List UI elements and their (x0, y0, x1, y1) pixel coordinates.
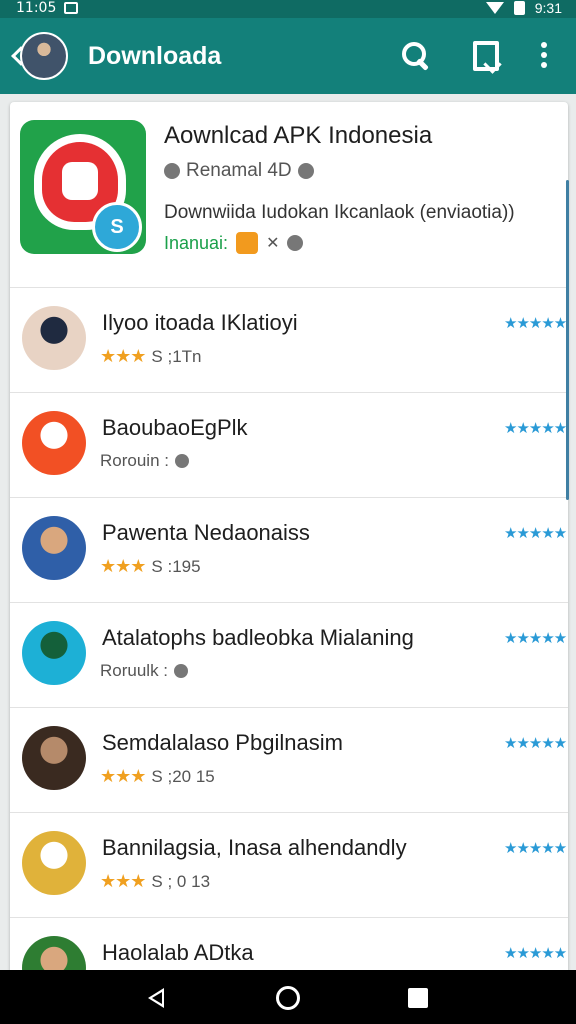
app-meta-text: S ; 0 13 (151, 871, 211, 891)
rating-stars: ★★★★★ (504, 735, 567, 752)
notification-icon (64, 2, 78, 14)
app-name: Bannilagsia, Inasa alhendandly (102, 835, 407, 860)
download-icon[interactable] (468, 38, 502, 72)
rating-stars: ★★★★★ (504, 315, 567, 332)
tag-close-icon[interactable]: ✕ (266, 233, 279, 253)
app-meta: ★★★ S :195 (100, 556, 201, 577)
search-icon[interactable] (398, 38, 432, 72)
app-avatar (22, 306, 86, 370)
app-name: Semdalalaso Pbgilnasim (102, 730, 343, 755)
app-meta: ★★★ S ;1Tn (100, 346, 202, 367)
app-meta-text: S :195 (151, 556, 201, 576)
app-avatar (22, 831, 86, 895)
star-rating-icon: ★★★ (100, 766, 146, 786)
featured-app[interactable]: S Aownlcad APK Indonesia Renamal 4D Down… (10, 102, 568, 288)
app-name: Pawenta Nedaonaiss (102, 520, 310, 545)
tag-label: Inanuai: (164, 232, 229, 253)
list-item[interactable]: Atalatophs badleobka Mialaning Roruulk : ★… (10, 603, 568, 708)
nav-recents-icon[interactable] (408, 988, 428, 1008)
scrollbar[interactable] (566, 180, 569, 500)
app-avatar (22, 621, 86, 685)
app-meta: ★★★ S ; 0 13 (100, 871, 210, 892)
overflow-menu-icon[interactable] (526, 38, 560, 72)
star-rating-icon: ★★★ (100, 346, 146, 366)
list-item[interactable]: Ilyoo itoada IKlatioyi ★★★ S ;1Tn ★★★★★ (10, 288, 568, 393)
developer-name: Renamal 4D (186, 160, 292, 181)
featured-app-developer: Renamal 4D (164, 160, 314, 182)
star-rating-icon: ★★★ (100, 871, 146, 891)
status-bar: 11:05 9:31 (0, 0, 576, 18)
status-right: 9:31 (485, 0, 562, 16)
app-avatar (22, 726, 86, 790)
tag-app-icon (236, 232, 259, 254)
rating-stars: ★★★★★ (504, 525, 567, 542)
tag-info-icon (287, 235, 304, 251)
signal-icon (485, 2, 504, 14)
app-meta-text: Rorouin : (100, 451, 169, 470)
app-name: Atalatophs badleobka Mialaning (102, 625, 414, 650)
status-clock: 9:31 (534, 0, 562, 16)
developer-icon (164, 163, 180, 179)
nav-back-icon[interactable] (146, 986, 170, 1010)
list-item[interactable]: Pawenta Nedaonaiss ★★★ S :195 ★★★★★ (10, 498, 568, 603)
page-title: Downloada (88, 42, 222, 70)
list-item[interactable]: BaoubaoEgPlk Rorouin : ★★★★★ (10, 393, 568, 498)
nav-home-icon[interactable] (276, 986, 300, 1010)
navigation-bar (0, 970, 576, 1024)
battery-icon (513, 1, 525, 15)
rating-stars: ★★★★★ (504, 630, 567, 647)
app-meta-text: S ;1Tn (151, 346, 202, 366)
info-icon (174, 664, 189, 678)
verified-icon (297, 163, 314, 179)
star-rating-icon: ★★★ (100, 556, 146, 576)
app-name: BaoubaoEgPlk (102, 415, 248, 440)
app-meta: Roruulk : (100, 661, 189, 681)
app-meta: ★★★ S ;20 15 (100, 766, 215, 787)
featured-app-icon: S (20, 120, 146, 254)
rating-stars: ★★★★★ (504, 420, 567, 437)
app-bar: Downloada (0, 18, 576, 94)
downloads-list: S Aownlcad APK Indonesia Renamal 4D Down… (10, 102, 568, 982)
rating-stars: ★★★★★ (504, 840, 567, 857)
app-avatar (22, 411, 86, 475)
avatar[interactable] (20, 32, 68, 80)
app-meta-text: S ;20 15 (151, 766, 215, 786)
app-name: Haolalab ADtka (102, 940, 254, 965)
app-avatar (22, 516, 86, 580)
status-time: 11:05 (16, 0, 57, 16)
list-item[interactable]: Bannilagsia, Inasa alhendandly ★★★ S ; 0 1… (10, 813, 568, 918)
app-meta: Rorouin : (100, 451, 189, 471)
rating-stars: ★★★★★ (504, 945, 567, 962)
featured-app-description: Downwiida Iudokan Ikcanlaok (enviaotia)) (164, 202, 515, 223)
featured-app-title: Aownlcad APK Indonesia (164, 122, 433, 149)
app-meta-text: Roruulk : (100, 661, 169, 680)
list-item[interactable]: Semdalalaso Pbgilnasim ★★★ S ;20 15 ★★★★★ (10, 708, 568, 813)
app-name: Ilyoo itoada IKlatioyi (102, 310, 298, 335)
info-icon (174, 454, 189, 468)
featured-app-tags: Inanuai: ✕ (164, 232, 304, 254)
